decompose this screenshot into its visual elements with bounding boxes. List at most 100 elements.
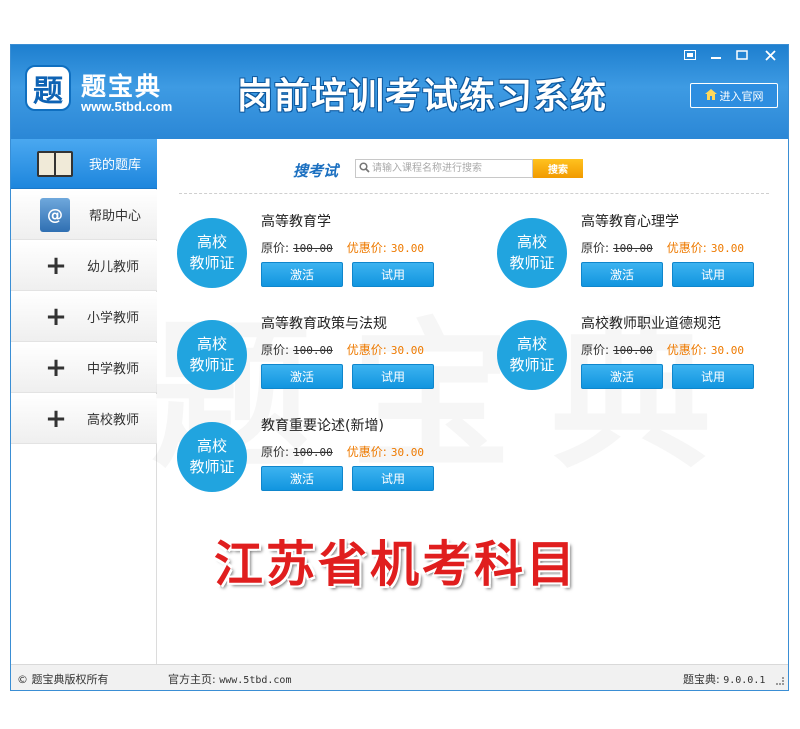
version-label: 题宝典: bbox=[683, 673, 720, 686]
minimize-icon[interactable] bbox=[705, 47, 727, 65]
original-price: 100.00 bbox=[293, 242, 333, 255]
app-window: 题 题宝典 www.5tbd.com 岗前培训考试练习系统 进入官网 我的题库 bbox=[10, 44, 789, 691]
original-price-label: 原价: bbox=[581, 343, 610, 357]
course-badge: 高校 教师证 bbox=[177, 218, 247, 288]
search-icon bbox=[356, 161, 372, 176]
course-badge: 高校 教师证 bbox=[497, 218, 567, 288]
settings-icon[interactable] bbox=[679, 47, 701, 65]
course-card: 高校 教师证 高等教育政策与法规 原价: 100.00 优惠价: 30.00 激… bbox=[177, 309, 477, 401]
course-name: 高等教育心理学 bbox=[581, 214, 679, 230]
sidebar-item-primary-teacher[interactable]: + 小学教师 bbox=[11, 292, 157, 342]
activate-button[interactable]: 激活 bbox=[261, 466, 343, 491]
trial-button[interactable]: 试用 bbox=[352, 364, 434, 389]
promo-banner: 江苏省机考科目 bbox=[214, 536, 579, 593]
status-bar: © 题宝典版权所有 官方主页: www.5tbd.com 题宝典: 9.0.0.… bbox=[11, 664, 788, 690]
course-card: 高校 教师证 高等教育心理学 原价: 100.00 优惠价: 30.00 激活 … bbox=[497, 207, 788, 299]
original-price: 100.00 bbox=[293, 446, 333, 459]
sale-price-label: 优惠价: bbox=[346, 241, 387, 255]
trial-button[interactable]: 试用 bbox=[352, 262, 434, 287]
plus-icon: + bbox=[45, 250, 67, 281]
sale-price: 30.00 bbox=[390, 242, 424, 255]
course-prices: 原价: 100.00 优惠价: 30.00 bbox=[581, 239, 744, 256]
course-prices: 原价: 100.00 优惠价: 30.00 bbox=[261, 239, 424, 256]
sale-price-label: 优惠价: bbox=[346, 343, 387, 357]
course-card: 高校 教师证 教育重要论述(新增) 原价: 100.00 优惠价: 30.00 … bbox=[177, 411, 477, 503]
original-price-label: 原价: bbox=[261, 445, 290, 459]
activate-button[interactable]: 激活 bbox=[261, 262, 343, 287]
badge-line: 教师证 bbox=[509, 254, 555, 272]
original-price: 100.00 bbox=[293, 344, 333, 357]
divider bbox=[179, 193, 769, 194]
sidebar-item-middle-school-teacher[interactable]: + 中学教师 bbox=[11, 343, 157, 393]
trial-button[interactable]: 试用 bbox=[672, 262, 754, 287]
sidebar-item-label: 幼儿教师 bbox=[87, 260, 140, 275]
course-prices: 原价: 100.00 优惠价: 30.00 bbox=[261, 443, 424, 460]
homepage-label: 官方主页: bbox=[168, 673, 216, 686]
sidebar-item-kindergarten-teacher[interactable]: + 幼儿教师 bbox=[11, 241, 157, 291]
badge-line: 高校 bbox=[516, 335, 547, 353]
sale-price: 30.00 bbox=[710, 344, 744, 357]
app-title: 岗前培训考试练习系统 bbox=[237, 76, 608, 117]
sidebar-item-label: 小学教师 bbox=[87, 311, 140, 326]
sidebar: 我的题库 @ 帮助中心 + 幼儿教师 + 小学教师 + 中学教师 + 高校教师 bbox=[11, 139, 157, 664]
sidebar-item-label: 中学教师 bbox=[87, 362, 140, 377]
sale-price: 30.00 bbox=[710, 242, 744, 255]
badge-line: 高校 bbox=[196, 437, 227, 455]
notebook-icon bbox=[35, 148, 75, 180]
close-icon[interactable] bbox=[759, 47, 781, 65]
course-card: 高校 教师证 高校教师职业道德规范 原价: 100.00 优惠价: 30.00 … bbox=[497, 309, 788, 401]
activate-button[interactable]: 激活 bbox=[581, 364, 663, 389]
badge-line: 高校 bbox=[196, 335, 227, 353]
search-label: 搜考试 bbox=[293, 162, 339, 180]
course-name: 高校教师职业道德规范 bbox=[581, 316, 721, 332]
plus-icon: + bbox=[45, 301, 67, 332]
course-badge: 高校 教师证 bbox=[177, 422, 247, 492]
course-badge: 高校 教师证 bbox=[497, 320, 567, 390]
badge-line: 教师证 bbox=[509, 356, 555, 374]
search-input[interactable] bbox=[372, 160, 530, 177]
sale-price-label: 优惠价: bbox=[666, 241, 707, 255]
course-name: 高等教育学 bbox=[261, 214, 331, 230]
logo-url: www.5tbd.com bbox=[81, 99, 173, 114]
sidebar-item-label: 我的题库 bbox=[89, 158, 142, 173]
sidebar-item-label: 帮助中心 bbox=[89, 209, 142, 224]
course-badge: 高校 教师证 bbox=[177, 320, 247, 390]
logo-name: 题宝典 bbox=[81, 72, 163, 101]
header-bar: 题 题宝典 www.5tbd.com 岗前培训考试练习系统 进入官网 bbox=[11, 45, 788, 139]
course-name: 教育重要论述(新增) bbox=[261, 418, 384, 434]
copyright-text: © 题宝典版权所有 bbox=[17, 673, 109, 686]
logo-icon: 题 bbox=[25, 65, 71, 111]
maximize-icon[interactable] bbox=[731, 47, 753, 65]
badge-line: 教师证 bbox=[189, 458, 235, 476]
plus-icon: + bbox=[45, 352, 67, 383]
badge-line: 高校 bbox=[196, 233, 227, 251]
original-price-label: 原价: bbox=[261, 343, 290, 357]
original-price-label: 原价: bbox=[261, 241, 290, 255]
trial-button[interactable]: 试用 bbox=[672, 364, 754, 389]
sidebar-item-help-center[interactable]: @ 帮助中心 bbox=[11, 190, 157, 240]
sidebar-item-label: 高校教师 bbox=[87, 413, 140, 428]
enter-site-button[interactable]: 进入官网 bbox=[690, 83, 778, 108]
help-book-icon: @ bbox=[35, 197, 75, 232]
activate-button[interactable]: 激活 bbox=[581, 262, 663, 287]
original-price-label: 原价: bbox=[581, 241, 610, 255]
search-button[interactable]: 搜索 bbox=[533, 159, 583, 178]
course-card: 高校 教师证 高等教育学 原价: 100.00 优惠价: 30.00 激活 试用 bbox=[177, 207, 477, 299]
sale-price-label: 优惠价: bbox=[666, 343, 707, 357]
search-box bbox=[355, 159, 533, 178]
badge-line: 教师证 bbox=[189, 254, 235, 272]
enter-site-label: 进入官网 bbox=[719, 89, 764, 103]
homepage-link[interactable]: www.5tbd.com bbox=[219, 675, 291, 686]
plus-icon: + bbox=[45, 403, 67, 434]
course-prices: 原价: 100.00 优惠价: 30.00 bbox=[581, 341, 744, 358]
sidebar-item-my-question-bank[interactable]: 我的题库 bbox=[11, 139, 157, 189]
activate-button[interactable]: 激活 bbox=[261, 364, 343, 389]
resize-grip-icon[interactable] bbox=[776, 677, 784, 685]
sale-price: 30.00 bbox=[390, 446, 424, 459]
sale-price: 30.00 bbox=[390, 344, 424, 357]
original-price: 100.00 bbox=[613, 242, 653, 255]
sidebar-item-university-teacher[interactable]: + 高校教师 bbox=[11, 394, 157, 444]
version-info: 题宝典: 9.0.0.1 bbox=[683, 671, 765, 687]
trial-button[interactable]: 试用 bbox=[352, 466, 434, 491]
home-icon bbox=[704, 88, 717, 103]
